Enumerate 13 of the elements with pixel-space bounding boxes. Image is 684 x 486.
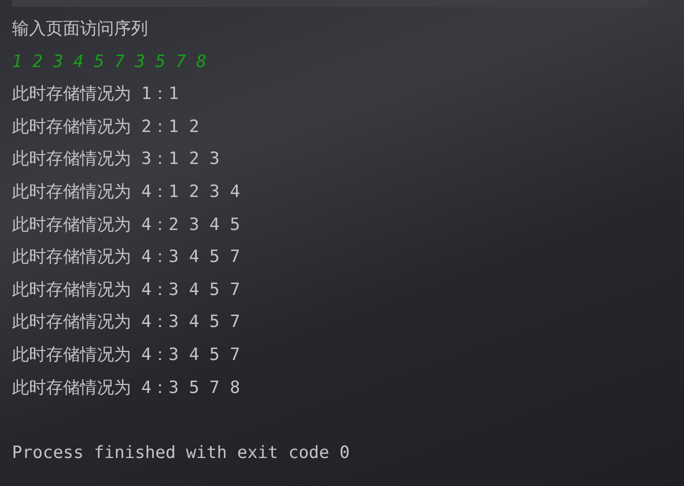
- console-output-line: 此时存储情况为 4：2 3 4 5: [12, 214, 242, 237]
- console-output-line: 此时存储情况为 3：1 2 3: [12, 148, 221, 172]
- console-output-line: 此时存储情况为 2：1 2: [12, 116, 200, 139]
- console-output-line: 输入页面访问序列: [12, 18, 149, 41]
- console-output-line: 此时存储情况为 4：1 2 3 4: [12, 180, 242, 204]
- console-output-line: 此时存储情况为 4：3 4 5 7: [12, 344, 242, 367]
- console-output-line: 此时存储情况为 4：3 4 5 7: [12, 246, 242, 270]
- console-output-line: Process finished with exit code 0: [12, 442, 351, 465]
- console-output-line: 此时存储情况为 1：1: [12, 83, 180, 106]
- console-output-line: 此时存储情况为 4：3 4 5 7: [12, 278, 242, 302]
- console-input-line: 1 2 3 4 5 7 3 5 7 8: [12, 50, 208, 74]
- console-output-line: 此时存储情况为 4：3 5 7 8: [12, 376, 242, 400]
- console-output-line: 此时存储情况为 4：3 4 5 7: [12, 311, 242, 334]
